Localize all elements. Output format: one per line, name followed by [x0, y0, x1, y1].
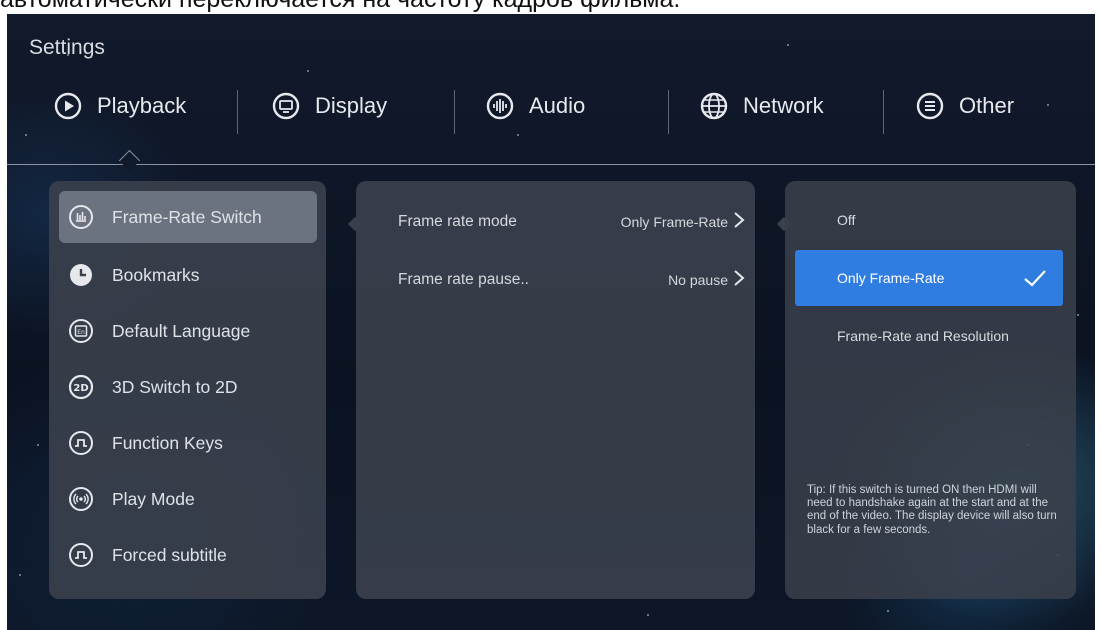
sidebar-item-3d-switch[interactable]: 2D 3D Switch to 2D — [59, 361, 317, 413]
sidebar-item-play-mode[interactable]: Play Mode — [59, 473, 317, 525]
tab-label: Audio — [529, 93, 586, 118]
tab-label: Playback — [97, 93, 187, 118]
globe-icon — [700, 92, 728, 120]
top-tabs: Playback Display Audio Network Other — [7, 86, 1095, 134]
settings-panel: Frame rate mode Only Frame-Rate Frame ra… — [356, 181, 755, 599]
caption-text: автоматически переключается на частоту к… — [0, 0, 1101, 14]
option-label: Off — [837, 212, 856, 228]
sidebar-item-frame-rate-switch[interactable]: Frame-Rate Switch — [59, 191, 317, 243]
option-off[interactable]: Off — [795, 192, 1063, 248]
sidebar-item-label: Function Keys — [112, 432, 223, 453]
key-icon — [69, 431, 93, 455]
sidebar-item-forced-subtitle[interactable]: Forced subtitle — [59, 529, 317, 581]
tab-other[interactable]: Other — [915, 86, 1014, 126]
tab-label: Display — [315, 93, 388, 118]
settings-screen: Settings Playback Display Audio Network … — [7, 14, 1095, 630]
chevron-right-icon — [734, 212, 745, 228]
options-panel: Off Only Frame-Rate Frame-Rate and Resol… — [785, 181, 1076, 599]
check-icon — [1024, 270, 1046, 287]
clock-icon — [70, 264, 92, 286]
sidebar-item-label: Play Mode — [112, 488, 195, 509]
sidebar-item-label: Default Language — [112, 320, 251, 341]
svg-text:2D: 2D — [73, 383, 88, 394]
play-circle-icon — [54, 92, 82, 120]
tab-label: Network — [743, 93, 824, 118]
sidebar-item-label: Forced subtitle — [112, 544, 227, 565]
svg-text:En: En — [77, 329, 85, 336]
sidebar-item-function-keys[interactable]: Function Keys — [59, 417, 317, 469]
sidebar-item-default-language[interactable]: En Default Language — [59, 305, 317, 357]
broadcast-icon — [69, 487, 93, 511]
tab-underline — [7, 164, 1095, 165]
setting-value: Only Frame-Rate — [620, 214, 728, 230]
active-tab-indicator — [118, 149, 141, 172]
sidebar-item-label: Frame-Rate Switch — [112, 206, 262, 227]
chevron-right-icon — [734, 270, 745, 286]
language-icon: En — [69, 319, 93, 343]
sidebar-item-bookmarks[interactable]: Bookmarks — [59, 249, 317, 301]
page-title: Settings — [29, 36, 105, 59]
sidebar-item-label: Bookmarks — [112, 264, 200, 285]
setting-label: Frame rate mode — [398, 213, 517, 230]
option-only-frame-rate[interactable]: Only Frame-Rate — [795, 250, 1063, 306]
tip-text: Tip: If this switch is turned ON then HD… — [807, 484, 1057, 536]
option-label: Only Frame-Rate — [837, 270, 945, 286]
sidebar: Frame-Rate Switch Bookmarks En Default L… — [49, 181, 326, 599]
tab-network[interactable]: Network — [699, 86, 824, 126]
sound-wave-icon — [486, 92, 514, 120]
sidebar-item-label: 3D Switch to 2D — [112, 376, 238, 397]
monitor-icon — [272, 92, 300, 120]
tab-divider — [883, 90, 884, 134]
tab-playback[interactable]: Playback — [53, 86, 186, 126]
tab-divider — [454, 90, 455, 134]
option-label: Frame-Rate and Resolution — [837, 328, 1009, 344]
tab-display[interactable]: Display — [271, 86, 387, 126]
setting-label: Frame rate pause.. — [398, 271, 529, 288]
tab-label: Other — [959, 93, 1015, 118]
tab-audio[interactable]: Audio — [485, 86, 585, 126]
chart-icon — [69, 205, 93, 229]
menu-icon — [916, 92, 944, 120]
setting-frame-rate-mode[interactable]: Frame rate mode Only Frame-Rate — [398, 207, 745, 237]
option-frame-rate-and-resolution[interactable]: Frame-Rate and Resolution — [795, 308, 1063, 364]
tab-divider — [668, 90, 669, 134]
setting-value: No pause — [668, 272, 728, 288]
subtitle-icon — [69, 543, 93, 567]
setting-frame-rate-pause[interactable]: Frame rate pause.. No pause — [398, 265, 745, 295]
tab-divider — [237, 90, 238, 134]
2d-icon: 2D — [68, 374, 94, 400]
